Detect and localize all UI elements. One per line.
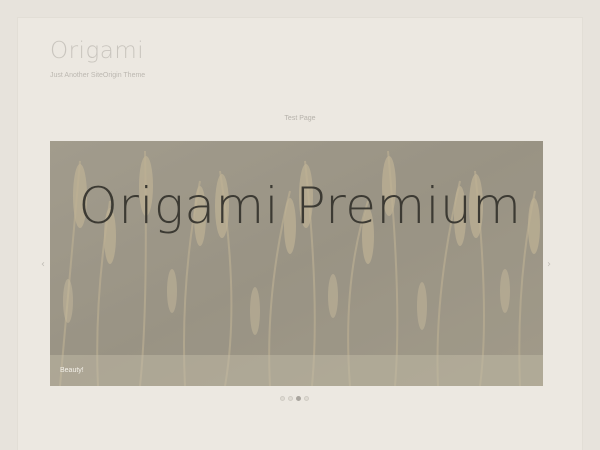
slider-prev-arrow-icon[interactable]: ‹ bbox=[38, 258, 48, 272]
slider-dot-1[interactable] bbox=[280, 396, 285, 401]
slider-dot-2[interactable] bbox=[288, 396, 293, 401]
slider-pagination bbox=[280, 396, 309, 402]
slider-dot-4[interactable] bbox=[304, 396, 309, 401]
nav-link-test-page[interactable]: Test Page bbox=[284, 115, 315, 122]
main-navigation: Test Page bbox=[0, 105, 600, 124]
slide-caption: Beauty! bbox=[60, 367, 84, 374]
slide-heading: Origami Premium bbox=[78, 177, 522, 235]
slide-caption-bar: Beauty! bbox=[50, 355, 543, 386]
slider-next-arrow-icon[interactable]: › bbox=[544, 258, 554, 272]
site-title[interactable]: Origami bbox=[50, 38, 144, 64]
site-tagline: Just Another SiteOrigin Theme bbox=[50, 72, 146, 79]
slider-dot-3[interactable] bbox=[296, 396, 301, 401]
